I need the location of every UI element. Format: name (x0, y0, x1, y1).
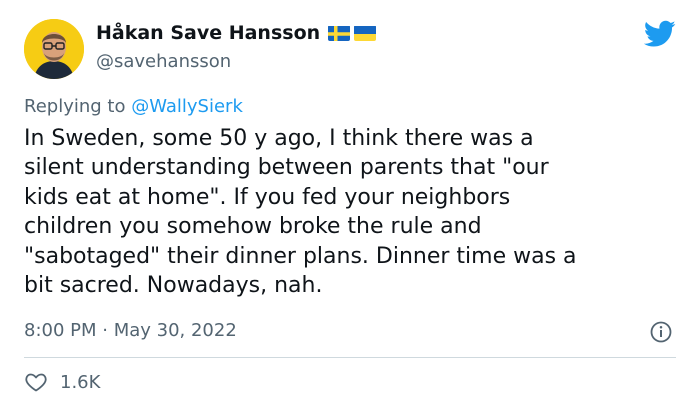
divider (24, 357, 676, 358)
tweet-text-line: "sabotaged" their dinner plans. Dinner t… (24, 243, 577, 269)
tweet-timestamp[interactable]: 8:00 PM · May 30, 2022 (24, 320, 237, 341)
tweet-text-line: children you somehow broke the rule and (24, 214, 482, 240)
info-icon[interactable] (649, 320, 673, 344)
tweet-text-line: In Sweden, some 50 y ago, I think there … (24, 126, 534, 151)
sweden-flag-icon (328, 25, 351, 41)
avatar[interactable] (24, 19, 84, 79)
tweet-text-line: kids eat at home". If you fed your neigh… (24, 184, 511, 210)
ukraine-flag-icon (354, 25, 377, 41)
author-name-text: Håkan Save Hansson (96, 22, 321, 44)
like-button[interactable]: 1.6K (24, 370, 100, 394)
author-handle[interactable]: @savehansson (96, 51, 231, 72)
tweet-text-line: bit sacred. Nowadays, nah. (24, 273, 323, 299)
twitter-bird-icon[interactable] (643, 20, 676, 48)
like-count: 1.6K (60, 371, 101, 393)
replying-prefix: Replying to (24, 96, 126, 117)
heart-icon[interactable] (24, 370, 48, 394)
tweet-card: Håkan Save Hansson @savehansson Replying… (0, 0, 700, 410)
author-display-name[interactable]: Håkan Save Hansson (96, 22, 377, 44)
replying-to: Replying to @WallySierk (24, 96, 243, 117)
tweet-text-line: silent understanding between parents tha… (24, 155, 549, 181)
tweet-text: In Sweden, some 50 y ago, I think there … (24, 124, 684, 300)
author-flags (328, 25, 377, 41)
reply-mention-link[interactable]: @WallySierk (131, 96, 243, 117)
